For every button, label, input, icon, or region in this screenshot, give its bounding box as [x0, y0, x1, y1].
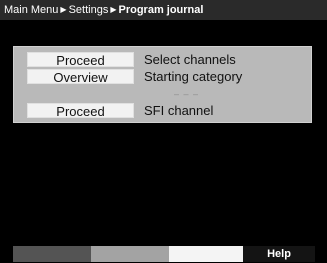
row-select-channels: Proceed Select channels	[14, 52, 311, 68]
row-starting-category: Overview Starting category	[14, 69, 311, 85]
breadcrumb-settings[interactable]: Settings	[69, 4, 109, 16]
title-bar: Main Menu ▶ Settings ▶ Program journal	[0, 0, 327, 20]
breadcrumb: Main Menu ▶ Settings ▶ Program journal	[4, 3, 203, 17]
breadcrumb-current-page: Program journal	[118, 4, 204, 16]
red-key-button[interactable]	[13, 246, 91, 262]
color-key-bar: Help	[0, 244, 327, 263]
breadcrumb-separator-icon: ▶	[60, 5, 67, 14]
settings-panel: Proceed Select channels Overview Startin…	[13, 46, 312, 123]
proceed-select-channels-button[interactable]: Proceed	[27, 52, 134, 68]
overview-starting-category-button[interactable]: Overview	[27, 69, 134, 85]
yellow-key-button[interactable]	[169, 246, 243, 262]
starting-category-label: Starting category	[144, 69, 243, 84]
help-button[interactable]: Help	[243, 246, 315, 262]
select-channels-label: Select channels	[144, 52, 236, 67]
breadcrumb-separator-icon: ▶	[110, 5, 117, 14]
row-sfi-channel: Proceed SFI channel	[14, 103, 311, 119]
section-divider: – – –	[174, 89, 200, 99]
green-key-button[interactable]	[91, 246, 169, 262]
breadcrumb-main-menu[interactable]: Main Menu	[4, 4, 58, 16]
sfi-channel-label: SFI channel	[144, 103, 214, 118]
proceed-sfi-channel-button[interactable]: Proceed	[27, 103, 134, 119]
